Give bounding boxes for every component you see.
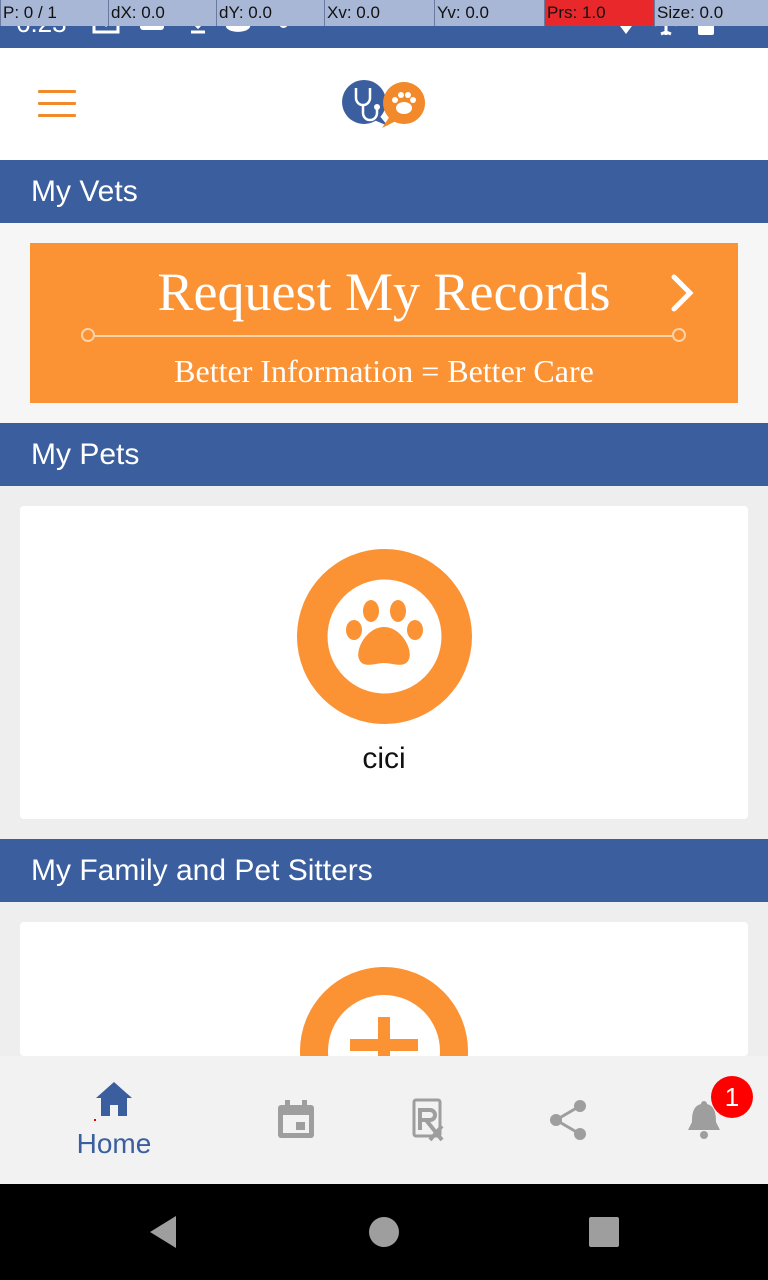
prescription-icon[interactable] — [410, 1098, 454, 1142]
recents-icon[interactable] — [589, 1217, 619, 1247]
section-my-pets: My Pets — [0, 423, 768, 486]
debug-yv: Yv: 0.0 — [434, 0, 544, 26]
debug-pointer: P: 0 / 1 — [0, 0, 108, 26]
menu-icon[interactable] — [38, 90, 76, 118]
system-navigation-bar — [0, 1184, 768, 1280]
request-records-banner[interactable]: Request My Records Better Information = … — [30, 243, 738, 403]
pet-avatar-paw-icon[interactable] — [297, 549, 472, 724]
tap-indicator — [94, 1119, 96, 1121]
chevron-right-icon — [671, 274, 694, 312]
back-icon[interactable] — [146, 1214, 180, 1250]
share-icon[interactable] — [546, 1098, 590, 1142]
app-logo — [342, 80, 426, 128]
debug-dx: dX: 0.0 — [108, 0, 216, 26]
home-icon[interactable] — [92, 1078, 136, 1122]
debug-pressure: Prs: 1.0 — [544, 0, 654, 26]
debug-dy: dY: 0.0 — [216, 0, 324, 26]
family-card — [20, 922, 748, 1056]
home-tab-label[interactable]: Home — [60, 1128, 168, 1160]
banner-subtitle: Better Information = Better Care — [174, 353, 594, 389]
pointer-debug-overlay: P: 0 / 1 dX: 0.0 dY: 0.0 Xv: 0.0 Yv: 0.0… — [0, 0, 768, 26]
pet-name[interactable]: cici — [0, 742, 768, 776]
banner-title: Request My Records — [157, 262, 611, 322]
section-my-vets: My Vets — [0, 160, 768, 223]
divider-dot-left — [81, 328, 95, 342]
debug-xv: Xv: 0.0 — [324, 0, 434, 26]
add-person-icon[interactable] — [300, 967, 468, 1056]
divider-dot-right — [672, 328, 686, 342]
notification-badge: 1 — [711, 1076, 753, 1118]
home-circle-icon[interactable] — [369, 1217, 399, 1247]
section-family-sitters: My Family and Pet Sitters — [0, 839, 768, 902]
banner-divider — [88, 335, 680, 337]
debug-size: Size: 0.0 — [654, 0, 768, 26]
calendar-icon[interactable] — [274, 1098, 318, 1142]
